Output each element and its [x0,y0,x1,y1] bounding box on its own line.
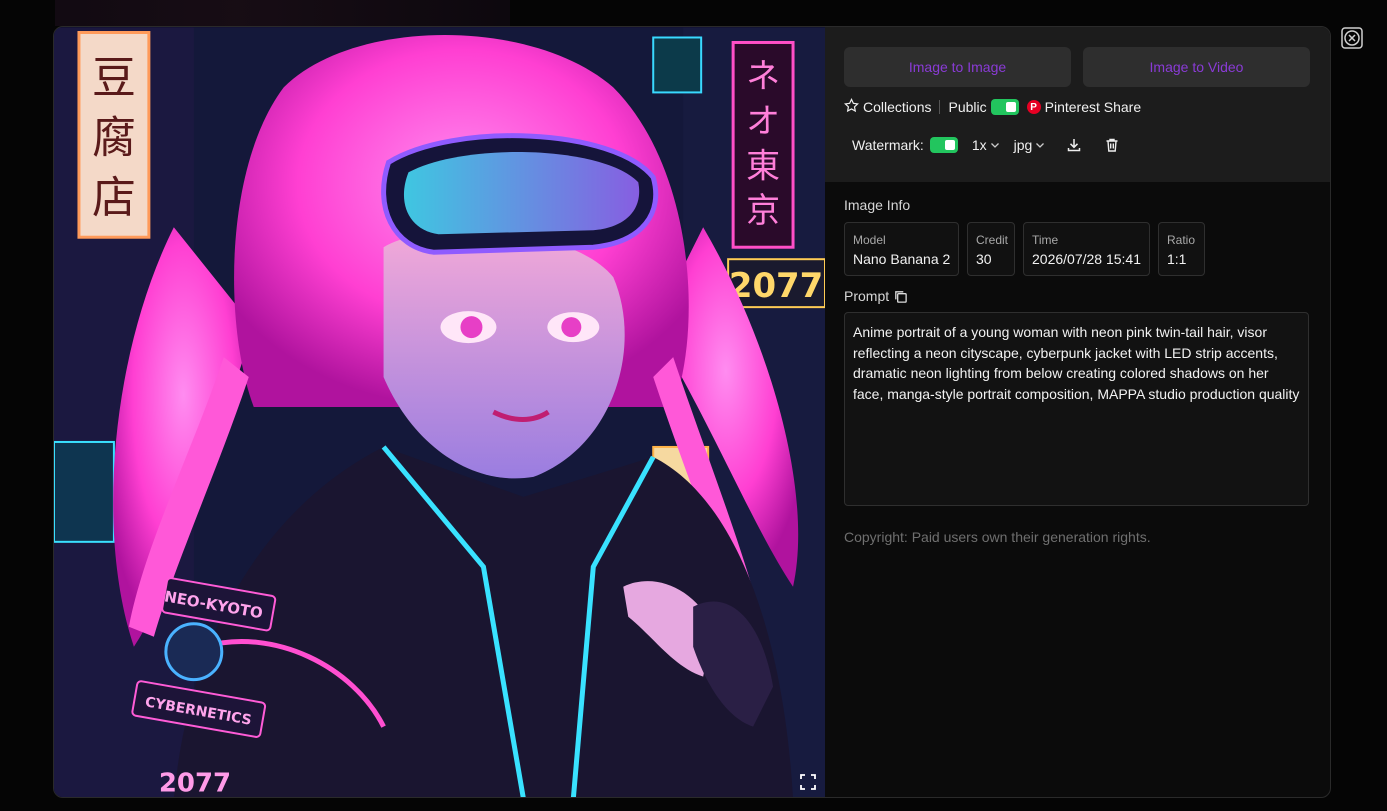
copyright-notice: Copyright: Paid users own their generati… [844,529,1151,545]
image-to-video-button[interactable]: Image to Video [1083,47,1310,87]
watermark-toggle[interactable] [929,137,958,153]
public-toggle[interactable] [990,99,1019,115]
patch-2077: 2077 [159,769,231,798]
sign-tofu: 豆 [92,52,136,103]
close-icon[interactable] [1341,27,1363,49]
info-value: 30 [976,251,992,267]
collections-label: Collections [863,99,932,115]
info-card-model: Model Nano Banana 2 [844,222,959,276]
watermark-label: Watermark: [852,137,924,153]
pinterest-share-button[interactable]: P Pinterest Share [1026,99,1142,115]
info-label: Ratio [1167,233,1196,247]
image-info-title: Image Info [844,197,911,213]
sign-2077: 2077 [729,266,823,306]
scale-dropdown[interactable]: 1x [972,137,1000,153]
format-dropdown[interactable]: jpg [1014,137,1046,153]
public-setting: Public [948,99,1019,115]
prompt-header: Prompt [844,288,1310,304]
svg-text:京: 京 [746,191,780,231]
expand-icon[interactable] [799,773,817,791]
chevron-down-icon [1035,137,1045,153]
trash-icon[interactable] [1103,136,1121,154]
background-thumbnail [55,0,510,26]
svg-text:店: 店 [92,172,136,223]
panel-toolbar: Image to Image Image to Video Collection… [825,27,1330,182]
svg-text:東: 東 [746,146,780,186]
image-detail-modal: 豆 腐 店 ネ オ 東 京 2077 NEO-KYOTO CYBERNETICS… [53,26,1331,798]
star-icon [843,97,859,116]
sign-neo-tokyo: ネ [746,56,780,96]
info-card-credit: Credit 30 [967,222,1015,276]
image-artwork: 豆 腐 店 ネ オ 東 京 2077 NEO-KYOTO CYBERNETICS… [54,27,825,798]
public-label: Public [948,99,987,115]
svg-text:オ: オ [746,101,780,141]
scale-value: 1x [971,137,987,153]
info-card-time: Time 2026/07/28 15:41 [1023,222,1150,276]
info-label: Credit [976,233,1009,247]
generated-image: 豆 腐 店 ネ オ 東 京 2077 NEO-KYOTO CYBERNETICS… [54,27,825,798]
info-value: 2026/07/28 15:41 [1032,251,1141,267]
info-value: 1:1 [1167,251,1187,267]
info-card-ratio: Ratio 1:1 [1158,222,1205,276]
format-value: jpg [1013,137,1033,153]
pinterest-label: Pinterest Share [1044,99,1142,115]
svg-text:腐: 腐 [92,112,136,163]
divider [939,100,941,114]
prompt-text[interactable]: Anime portrait of a young woman with neo… [844,312,1309,506]
image-to-image-button[interactable]: Image to Image [844,47,1071,87]
info-cards: Model Nano Banana 2 Credit 30 Time 2026/… [844,222,1310,276]
collections-button[interactable]: Collections [843,97,932,116]
image-detail-panel: Image to Image Image to Video Collection… [825,27,1330,797]
pinterest-icon: P [1026,100,1041,114]
info-label: Model [853,233,886,247]
prompt-title: Prompt [844,288,890,304]
download-icon[interactable] [1065,136,1083,154]
info-label: Time [1032,233,1059,247]
image-info-section: Image Info Model Nano Banana 2 Credit 30… [825,182,1330,545]
copy-icon[interactable] [893,289,908,304]
chevron-down-icon [990,137,1000,153]
info-value: Nano Banana 2 [853,251,951,267]
